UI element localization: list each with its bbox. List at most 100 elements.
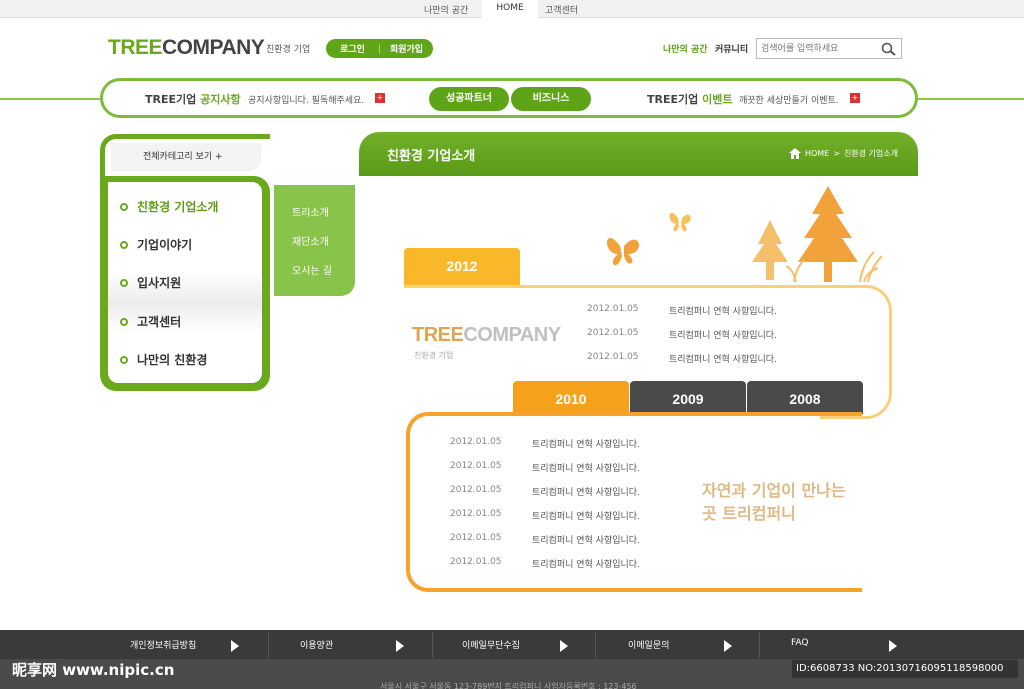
topbar-link-customer[interactable]: 고객센터 xyxy=(545,3,578,16)
bullet-icon xyxy=(120,278,128,287)
business-button[interactable]: 비즈니스 xyxy=(511,87,591,111)
company-logo: TREECOMPANY xyxy=(412,324,561,347)
watermark-site: 昵享网 www.nipic.cn xyxy=(12,661,175,679)
search-input[interactable] xyxy=(761,42,879,56)
history-box-top-border xyxy=(430,412,862,416)
nav-item-label: 친환경 기업소개 xyxy=(137,200,219,214)
list-item[interactable]: 2012.01.05 트리컴퍼니 연혁 사항입니다. xyxy=(450,461,640,474)
login-button[interactable]: 로그인 xyxy=(326,42,379,55)
submenu-item-tree[interactable]: 트리소개 xyxy=(292,204,329,219)
submenu-item-directions[interactable]: 오시는 길 xyxy=(292,262,332,277)
all-categories-tab[interactable]: 전체카테고리 보기 + xyxy=(100,134,270,176)
nav-item-label: 고객센터 xyxy=(137,315,182,329)
news-title: 트리컴퍼니 연혁 사항입니다. xyxy=(532,560,640,570)
news-title: 트리컴퍼니 연혁 사항입니다. xyxy=(532,464,640,474)
search-icon[interactable] xyxy=(881,42,897,56)
news-date: 2012.01.05 xyxy=(450,437,502,447)
list-item[interactable]: 2012.01.05 트리컴퍼니 연혁 사항입니다. xyxy=(587,328,777,341)
news-date: 2012.01.05 xyxy=(450,533,502,543)
event-text: 깨끗한 세상만들기 이벤트. xyxy=(739,96,839,106)
event-title[interactable]: TREE기업 이벤트 xyxy=(647,91,732,107)
news-date: 2012.01.05 xyxy=(450,557,502,567)
content-title-bar: 친환경 기업소개 HOME > 친환경 기업소개 xyxy=(359,132,918,176)
nav-item-company-story[interactable]: 기업이야기 xyxy=(120,236,192,253)
bullet-icon xyxy=(120,317,128,326)
butterfly-icon xyxy=(669,212,691,232)
list-item[interactable]: 2012.01.05 트리컴퍼니 연혁 사항입니다. xyxy=(450,509,640,522)
submenu-item-foundation[interactable]: 재단소개 xyxy=(292,233,329,248)
breadcrumb-separator-icon: > xyxy=(833,149,840,158)
auth-button-group: 로그인 회원가입 xyxy=(326,39,433,58)
slogan: 자연과 기업이 만나는 곳 트리컴퍼니 xyxy=(702,479,846,525)
page-title: 친환경 기업소개 xyxy=(387,149,476,164)
list-item[interactable]: 2012.01.05 트리컴퍼니 연혁 사항입니다. xyxy=(450,557,640,570)
year-tab-2012[interactable]: 2012 xyxy=(404,248,520,286)
nav-item-label: 입사지원 xyxy=(137,276,182,290)
footer-link-email-inquiry[interactable]: 이메일문의 xyxy=(628,638,669,651)
footer-link-faq[interactable]: FAQ xyxy=(791,638,808,648)
bullet-icon xyxy=(120,202,128,211)
event-more-icon[interactable]: + xyxy=(850,93,860,103)
nav-item-eco-company[interactable]: 친환경 기업소개 xyxy=(120,198,218,215)
timeline-border xyxy=(862,416,870,419)
notice-title-label: 공지사항 xyxy=(200,93,241,106)
news-date: 2012.01.05 xyxy=(587,328,639,338)
join-button[interactable]: 회원가입 xyxy=(380,42,433,55)
slogan-line-2: 곳 트리컴퍼니 xyxy=(702,504,796,523)
news-date: 2012.01.05 xyxy=(587,304,639,314)
nav-item-my-eco[interactable]: 나만의 친환경 xyxy=(120,351,207,368)
nav-item-apply[interactable]: 입사지원 xyxy=(120,274,181,291)
site-logo[interactable]: TREECOMPANY xyxy=(108,36,265,60)
footer-link-email-policy[interactable]: 이메일무단수집 xyxy=(462,638,520,651)
company-logo-company: COMPANY xyxy=(463,324,561,346)
footer-address: 서울시 서울구 서울동 123-789번지 트리컴퍼니 사업자등록번호 : 12… xyxy=(380,682,637,689)
arrow-right-icon xyxy=(231,640,239,652)
search-box xyxy=(756,38,902,59)
footer-link-terms[interactable]: 이용양관 xyxy=(300,638,333,651)
list-item[interactable]: 2012.01.05 트리컴퍼니 연혁 사항입니다. xyxy=(587,352,777,365)
news-date: 2012.01.05 xyxy=(450,461,502,471)
bullet-icon xyxy=(120,355,128,364)
logo-company-text: COMPANY xyxy=(162,36,265,59)
header-link-community[interactable]: 커뮤니티 xyxy=(715,42,748,55)
butterfly-icon xyxy=(606,237,640,266)
bullet-icon xyxy=(120,240,128,249)
divider xyxy=(595,632,596,658)
list-item[interactable]: 2012.01.05 트리컴퍼니 연혁 사항입니다. xyxy=(450,533,640,546)
notice-more-icon[interactable]: + xyxy=(375,93,385,103)
news-title: 트리컴퍼니 연혁 사항입니다. xyxy=(669,355,777,365)
list-item[interactable]: 2012.01.05 트리컴퍼니 연혁 사항입니다. xyxy=(450,485,640,498)
year-tab-2009[interactable]: 2009 xyxy=(630,381,746,414)
slogan-line-1: 자연과 기업이 만나는 xyxy=(702,481,846,500)
arrow-right-icon xyxy=(560,640,568,652)
news-date: 2012.01.05 xyxy=(587,352,639,362)
nature-illustration xyxy=(606,186,883,283)
notice-title[interactable]: TREE기업 공지사항 xyxy=(145,91,241,107)
partner-button[interactable]: 성공파트너 xyxy=(429,87,509,111)
topbar-link-home[interactable]: HOME xyxy=(482,0,538,18)
arrow-right-icon xyxy=(889,640,897,652)
notice-bar: TREE기업 공지사항 공지사항입니다. 필독해주세요. + 성공파트너 비즈니… xyxy=(100,78,918,118)
home-icon[interactable] xyxy=(788,148,801,159)
list-item[interactable]: 2012.01.05 트리컴퍼니 연혁 사항입니다. xyxy=(450,437,640,450)
company-logo-subtitle: 친환경 기업 xyxy=(414,351,454,360)
divider xyxy=(432,632,433,658)
list-item[interactable]: 2012.01.05 트리컴퍼니 연혁 사항입니다. xyxy=(587,304,777,317)
news-title: 트리컴퍼니 연혁 사항입니다. xyxy=(532,536,640,546)
year-tab-2010[interactable]: 2010 xyxy=(513,381,629,414)
tree-icon xyxy=(752,220,788,280)
nav-item-label: 나만의 친환경 xyxy=(137,353,208,367)
arrow-right-icon xyxy=(396,640,404,652)
breadcrumb-current: 친환경 기업소개 xyxy=(843,149,898,158)
breadcrumb-home[interactable]: HOME xyxy=(805,149,829,158)
footer-link-privacy[interactable]: 개인정보취급방침 xyxy=(130,638,196,651)
submenu-panel: 트리소개 재단소개 오시는 길 xyxy=(274,185,355,296)
header-link-my-space[interactable]: 나만의 공간 xyxy=(663,42,708,55)
news-title: 트리컴퍼니 연혁 사항입니다. xyxy=(669,307,777,317)
nav-item-customer-center[interactable]: 고객센터 xyxy=(120,313,181,330)
logo-tree-text: TREE xyxy=(108,36,163,59)
timeline-border xyxy=(404,285,864,288)
year-tab-2008[interactable]: 2008 xyxy=(747,381,863,414)
news-title: 트리컴퍼니 연혁 사항입니다. xyxy=(532,512,640,522)
topbar-link-my-space[interactable]: 나만의 공간 xyxy=(424,3,468,16)
